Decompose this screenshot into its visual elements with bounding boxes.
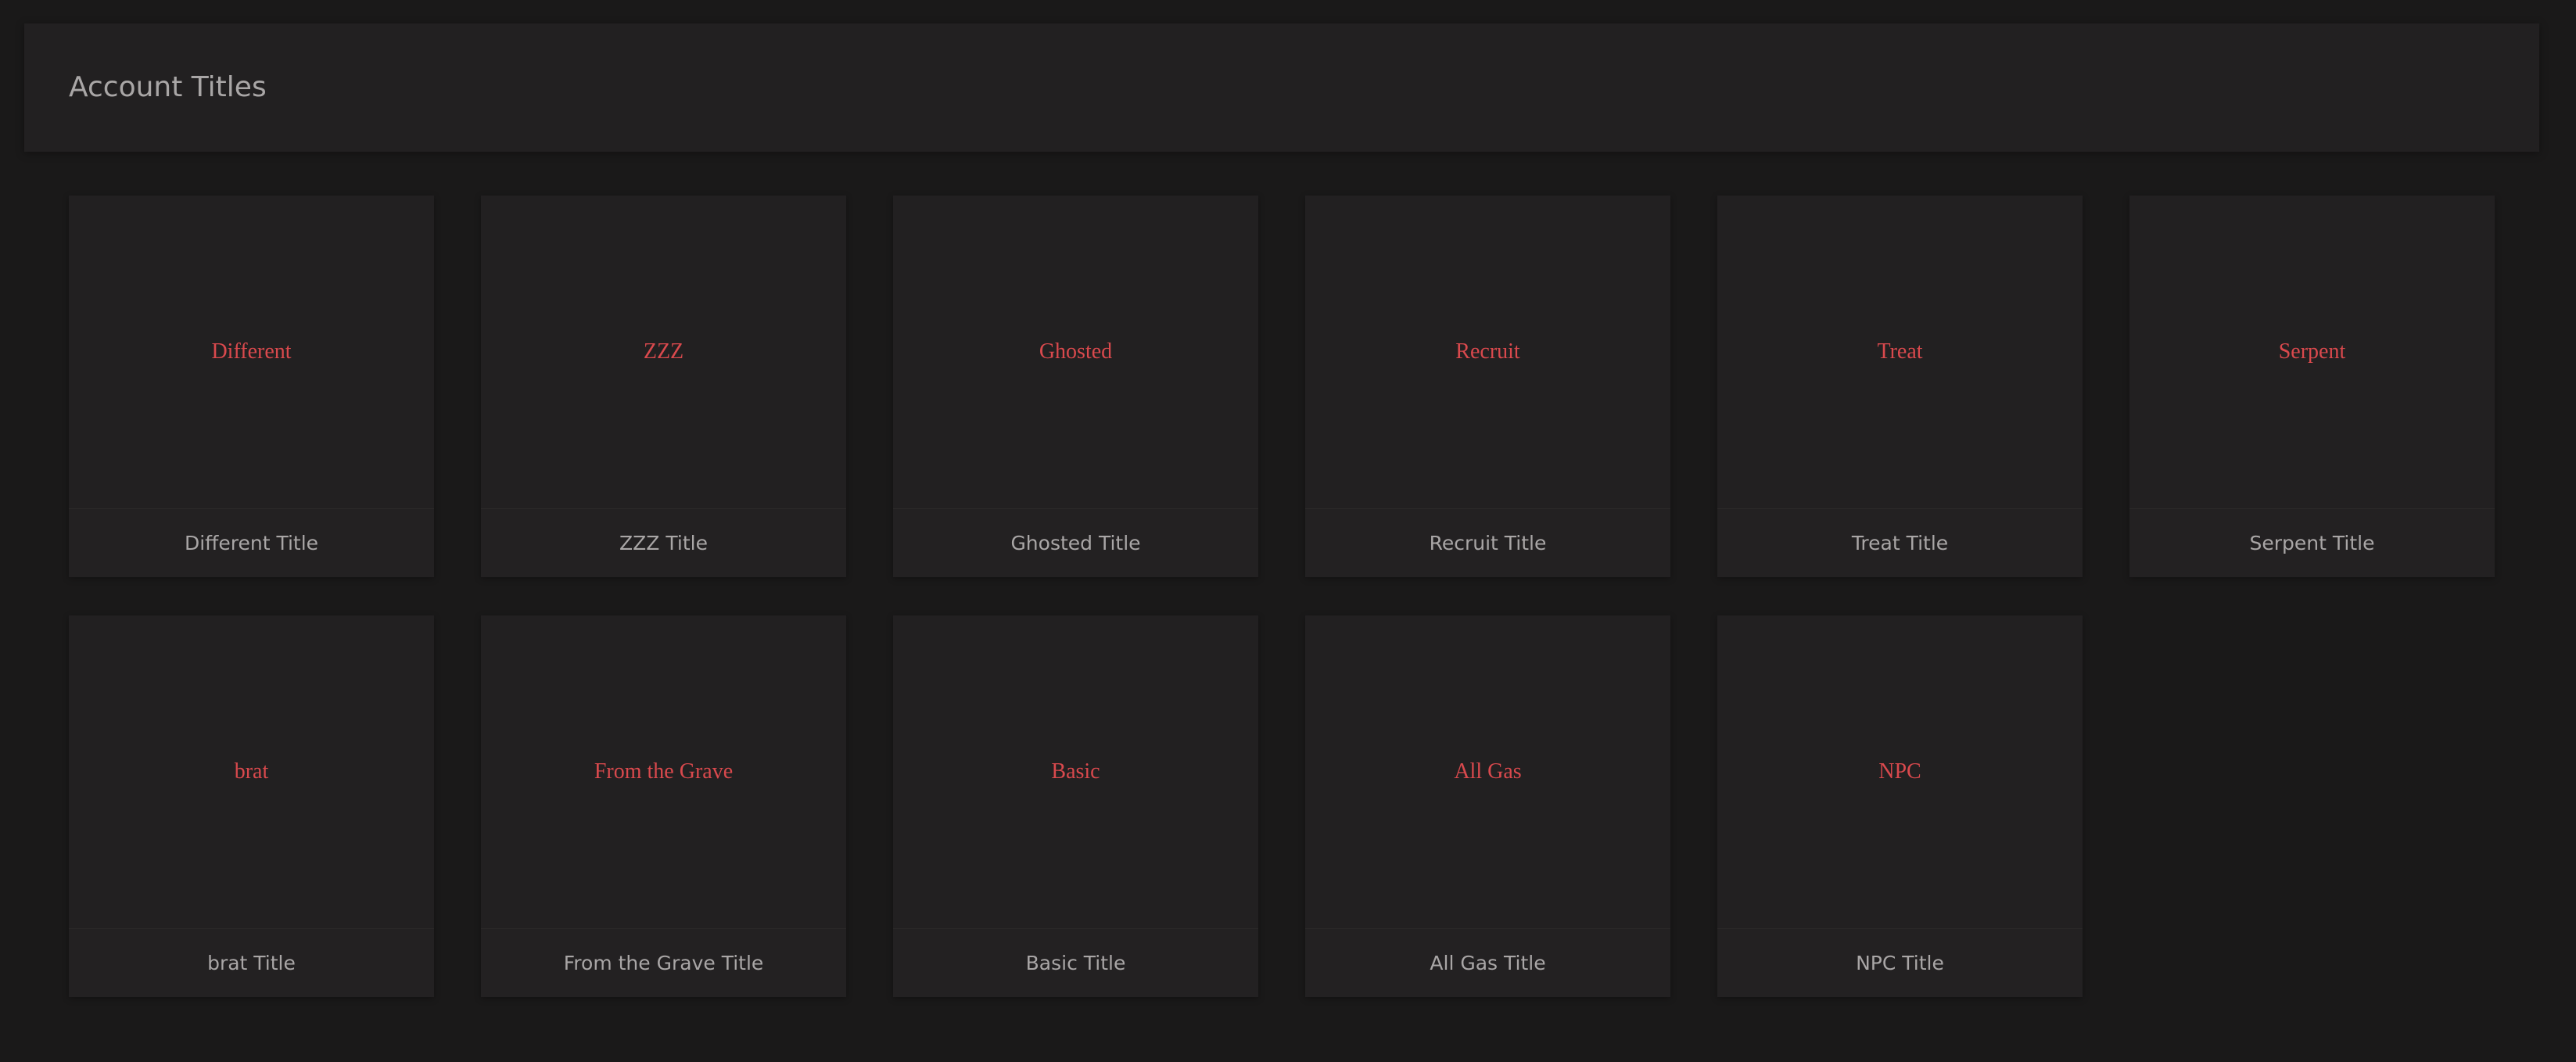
title-label: All Gas Title	[1430, 952, 1546, 974]
title-card-all-gas[interactable]: All Gas All Gas Title	[1305, 615, 1670, 997]
title-preview: ZZZ	[643, 339, 684, 364]
title-card-footer: Recruit Title	[1305, 509, 1670, 577]
title-label: From the Grave Title	[563, 952, 764, 974]
title-card-different[interactable]: Different Different Title	[69, 196, 434, 577]
page-header: Account Titles	[24, 23, 2539, 152]
title-label: brat Title	[207, 952, 296, 974]
title-label: Basic Title	[1025, 952, 1126, 974]
title-card-zzz[interactable]: ZZZ ZZZ Title	[481, 196, 846, 577]
title-card-brat[interactable]: brat brat Title	[69, 615, 434, 997]
title-preview-area: From the Grave	[481, 615, 846, 929]
title-preview: brat	[234, 759, 269, 784]
title-label: ZZZ Title	[619, 532, 708, 554]
title-label: Ghosted Title	[1010, 532, 1141, 554]
title-card-footer: From the Grave Title	[481, 929, 846, 997]
title-label: Serpent Title	[2249, 532, 2375, 554]
title-card-footer: Treat Title	[1717, 509, 2083, 577]
title-card-ghosted[interactable]: Ghosted Ghosted Title	[893, 196, 1258, 577]
title-preview-area: brat	[69, 615, 434, 929]
title-card-treat[interactable]: Treat Treat Title	[1717, 196, 2083, 577]
title-label: Recruit Title	[1429, 532, 1547, 554]
title-preview: Ghosted	[1039, 339, 1113, 364]
title-card-footer: Serpent Title	[2129, 509, 2495, 577]
title-preview: Basic	[1051, 759, 1100, 784]
title-card-footer: brat Title	[69, 929, 434, 997]
title-card-footer: ZZZ Title	[481, 509, 846, 577]
title-label: NPC Title	[1856, 952, 1944, 974]
title-preview: Different	[211, 339, 292, 364]
title-preview-area: ZZZ	[481, 196, 846, 509]
title-preview-area: Recruit	[1305, 196, 1670, 509]
title-label: Different Title	[184, 532, 319, 554]
title-label: Treat Title	[1851, 532, 1949, 554]
titles-grid: Different Different Title ZZZ ZZZ Title …	[69, 196, 2496, 997]
title-card-npc[interactable]: NPC NPC Title	[1717, 615, 2083, 997]
title-card-footer: All Gas Title	[1305, 929, 1670, 997]
title-card-recruit[interactable]: Recruit Recruit Title	[1305, 196, 1670, 577]
title-card-footer: Different Title	[69, 509, 434, 577]
title-preview: From the Grave	[594, 759, 734, 784]
title-card-from-the-grave[interactable]: From the Grave From the Grave Title	[481, 615, 846, 997]
title-card-footer: Ghosted Title	[893, 509, 1258, 577]
title-preview-area: Ghosted	[893, 196, 1258, 509]
title-preview-area: Different	[69, 196, 434, 509]
title-preview-area: Serpent	[2129, 196, 2495, 509]
title-preview: Treat	[1877, 339, 1923, 364]
title-preview-area: Treat	[1717, 196, 2083, 509]
title-card-serpent[interactable]: Serpent Serpent Title	[2129, 196, 2495, 577]
title-preview-area: NPC	[1717, 615, 2083, 929]
title-preview-area: Basic	[893, 615, 1258, 929]
page-title: Account Titles	[69, 71, 267, 103]
title-preview: All Gas	[1454, 759, 1522, 784]
title-preview: NPC	[1878, 759, 1921, 784]
title-preview: Serpent	[2278, 339, 2346, 364]
title-card-footer: Basic Title	[893, 929, 1258, 997]
title-preview-area: All Gas	[1305, 615, 1670, 929]
title-card-basic[interactable]: Basic Basic Title	[893, 615, 1258, 997]
title-preview: Recruit	[1455, 339, 1520, 364]
title-card-footer: NPC Title	[1717, 929, 2083, 997]
